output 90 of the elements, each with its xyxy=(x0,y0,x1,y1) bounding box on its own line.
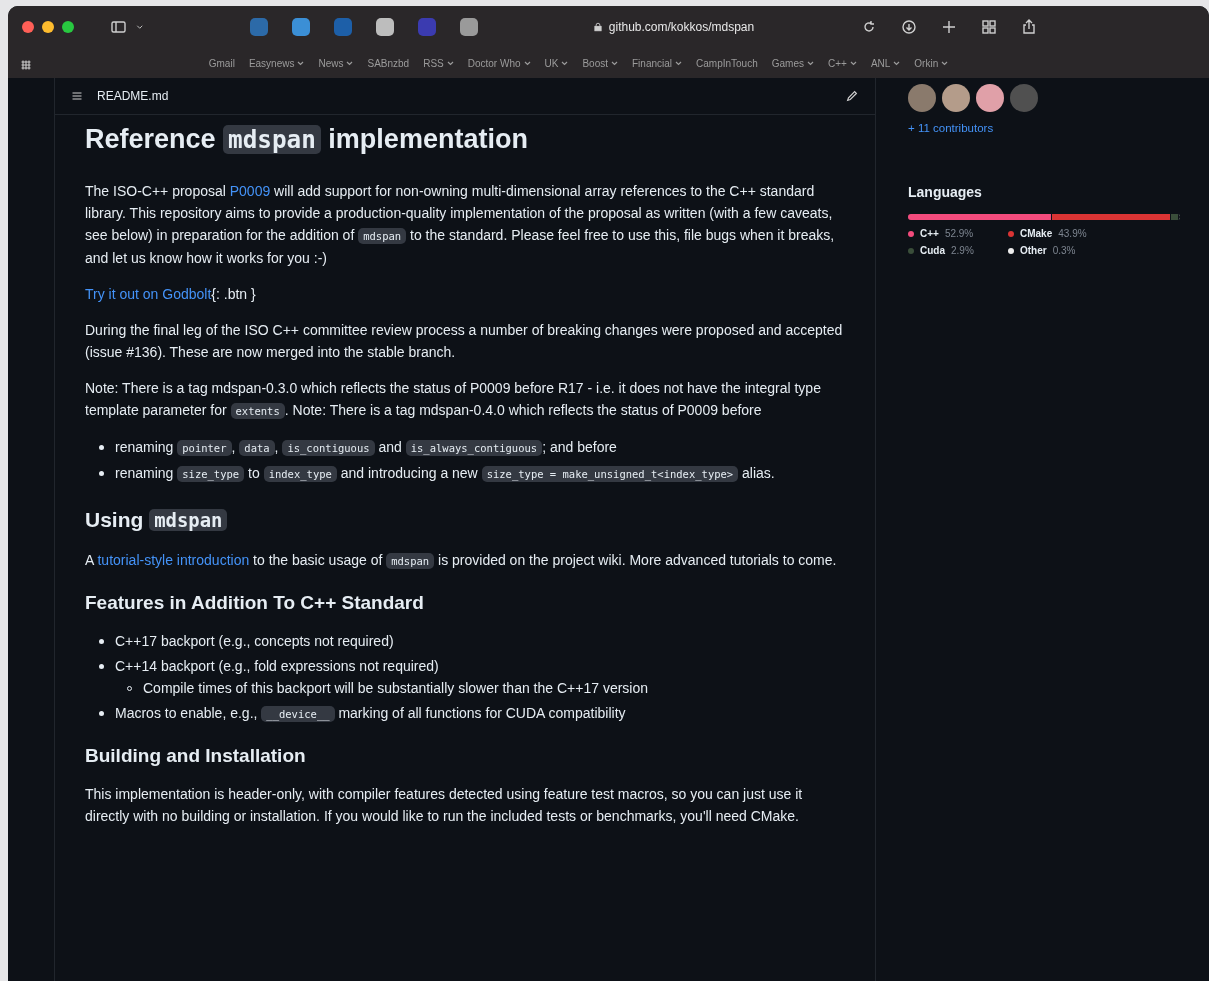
language-name: Other xyxy=(1020,245,1047,256)
bullet-icon xyxy=(99,639,104,644)
inline-code: __device__ xyxy=(261,706,335,722)
paragraph: Try it out on Godbolt{: .btn } xyxy=(85,285,257,304)
list-item-text: Macros to enable, e.g., __device__ marking of all functions for CUDA compatibility xyxy=(115,705,626,721)
bookmark-item[interactable]: Boost xyxy=(582,57,618,69)
file-name: README.md xyxy=(97,89,169,103)
bookmark-item[interactable]: News xyxy=(318,57,354,69)
plus-icon[interactable] xyxy=(941,19,957,35)
readme-title: Reference mdspan implementation xyxy=(85,123,529,156)
bookmark-item[interactable]: C++ xyxy=(828,57,857,69)
text-link[interactable]: tutorial-style introduction xyxy=(97,552,250,568)
extension-icon[interactable] xyxy=(376,18,394,36)
chevron-down-icon xyxy=(893,60,901,66)
paragraph: This implementation is header-only, with compiler features detected using feature test macros, so you can just use it directly with no building or installation. If you would like to run the included tests or benchmarks, you'll need CMake. xyxy=(85,785,804,826)
language-name: CMake xyxy=(1020,228,1053,239)
chevron-down-icon xyxy=(297,60,305,66)
paragraph: Note: There is a tag mdspan-0.3.0 which reflects the status of P0009 before R17 - i.e. it does not have the integral type template parameter for extents . Note: There is a tag mdspan-0.4.0 which reflects the status of P0009 before xyxy=(85,379,822,421)
section-heading: Using mdspan xyxy=(85,505,845,535)
bookmark-item[interactable]: Orkin xyxy=(914,57,949,69)
language-percent: 52.9% xyxy=(944,228,974,239)
list-item-text: renaming pointer , data , is_contiguous and is_always_contiguous ; and before xyxy=(115,439,617,455)
bullet-icon xyxy=(99,711,104,716)
section-heading: Features in Addition To C++ Standard xyxy=(85,591,425,615)
avatar xyxy=(942,84,970,112)
paragraph: During the final leg of the ISO C++ committee review process a number of breaking changes were proposed and accepted (issue #136). These are now merged into the stable branch. xyxy=(85,321,844,362)
inline-code: index_type xyxy=(263,466,337,482)
list-item-text: C++14 backport (e.g., fold expressions not required) xyxy=(115,658,439,674)
language-percent: 2.9% xyxy=(951,245,974,256)
bullet-icon xyxy=(99,445,104,450)
contributors-link[interactable]: + 11 contributors xyxy=(908,122,1180,134)
language-percent: 0.3% xyxy=(1052,245,1076,256)
minimize-window-button[interactable] xyxy=(42,21,54,33)
bookmark-item[interactable]: Easynews xyxy=(248,57,305,69)
chevron-down-icon xyxy=(523,60,531,66)
list-item-text: renaming size_type to index_type and introducing a new size_type = make_unsigned_t<index_type> alias. xyxy=(115,465,775,481)
text-link[interactable]: P0009 xyxy=(229,183,271,199)
bullet-icon xyxy=(99,664,104,669)
inline-code: mdspan xyxy=(386,553,435,569)
bookmark-item[interactable]: Doctor Who xyxy=(467,57,531,69)
bookmark-item[interactable]: Financial xyxy=(632,57,683,69)
inline-code: mdspan xyxy=(149,509,228,531)
avatar xyxy=(908,84,936,112)
chevron-down-icon xyxy=(611,60,618,66)
inline-code: size_type xyxy=(177,466,245,482)
tab-overview-icon[interactable] xyxy=(981,19,997,35)
chevron-down-icon xyxy=(675,60,683,66)
bookmark-item[interactable]: CampInTouch xyxy=(696,57,758,69)
bookmark-item[interactable]: SABnzbd xyxy=(367,57,410,69)
inline-code: is_contiguous xyxy=(282,440,375,456)
pencil-icon[interactable] xyxy=(845,88,859,104)
download-icon[interactable] xyxy=(901,19,917,35)
bullet-icon xyxy=(99,471,104,476)
avatar xyxy=(1010,84,1038,112)
language-name: C++ xyxy=(920,228,939,239)
extension-icon[interactable] xyxy=(292,18,310,36)
inline-code: size_type = make_unsigned_t<index_type> xyxy=(481,466,739,482)
avatar xyxy=(976,84,1004,112)
paragraph: The ISO-C++ proposal P0009 will add support for non-owning multi-dimensional array references to the C++ standard library. This repository aims to provide a production-quality implementation of the proposal as written (with a few caveats, see below) in preparation for the addition of mdspan to the standard. Please feel free to use this, file bugs when it breaks, and let us know how it works for you :-) xyxy=(85,182,836,268)
inline-code: mdspan xyxy=(358,228,407,244)
close-window-button[interactable] xyxy=(22,21,34,33)
languages-heading: Languages xyxy=(908,184,983,200)
bookmark-item[interactable]: ANL xyxy=(870,57,901,69)
chevron-down-icon xyxy=(346,60,354,66)
bookmark-item[interactable]: UK xyxy=(544,57,569,69)
inline-code: is_always_contiguous xyxy=(405,440,543,456)
language-percent: 43.9% xyxy=(1058,228,1087,239)
paragraph: A tutorial-style introduction to the basic usage of mdspan is provided on the project wiki. More advanced tutorials to come. xyxy=(85,551,838,571)
sidebar-icon[interactable] xyxy=(108,19,128,35)
bookmark-item[interactable]: Games xyxy=(771,57,814,69)
share-icon[interactable] xyxy=(1021,19,1037,35)
language-name: Cuda xyxy=(920,245,945,256)
inline-code: extents xyxy=(230,403,285,419)
text-link[interactable]: Try it out on Godbolt xyxy=(85,286,212,302)
chevron-down-icon xyxy=(446,60,454,66)
inline-code: mdspan xyxy=(223,125,321,154)
chevron-down-icon xyxy=(941,60,949,66)
address-bar[interactable]: github.com/kokkos/mdspan xyxy=(608,20,755,34)
bookmark-item[interactable]: RSS xyxy=(423,57,454,69)
inline-code: data xyxy=(239,440,275,456)
section-heading: Building and Installation xyxy=(85,744,307,768)
chevron-down-icon xyxy=(561,60,569,66)
list-item-text: C++17 backport (e.g., concepts not required) xyxy=(115,633,394,649)
chevron-down-icon xyxy=(807,60,814,66)
chevron-down-icon xyxy=(849,60,857,66)
list-item-text: Compile times of this backport will be substantially slower than the C++17 version xyxy=(143,680,649,696)
reload-icon[interactable] xyxy=(861,19,877,35)
inline-code: pointer xyxy=(177,440,232,456)
bookmark-item[interactable]: Gmail xyxy=(208,57,235,69)
zoom-window-button[interactable] xyxy=(62,21,74,33)
